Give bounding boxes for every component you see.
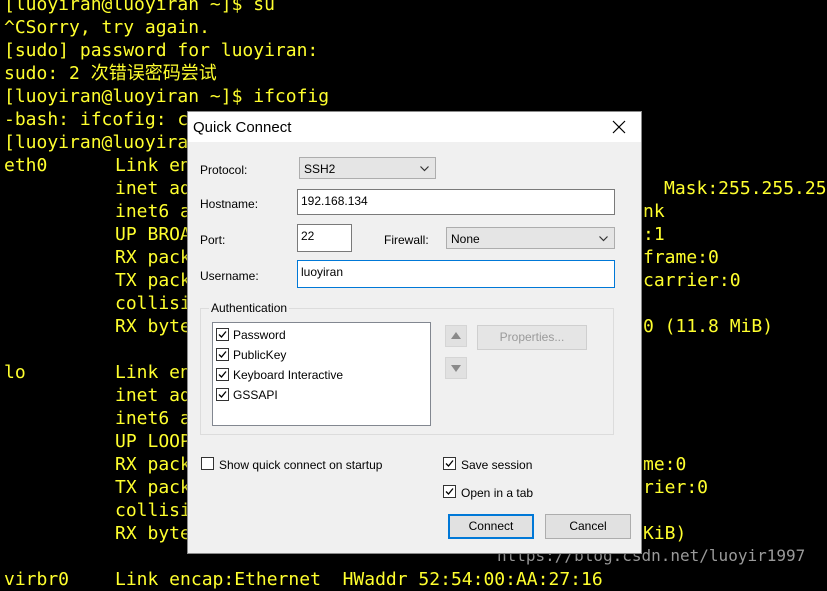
cancel-button[interactable]: Cancel (545, 514, 631, 539)
auth-item-label: Password (233, 328, 286, 342)
auth-item-label: GSSAPI (233, 388, 278, 402)
firewall-select[interactable]: None (446, 227, 615, 249)
terminal-text: inet6 a (115, 201, 191, 222)
terminal-text: Link en (115, 362, 191, 383)
hostname-field[interactable] (297, 189, 615, 215)
terminal-text: :1 (643, 224, 665, 245)
checkmark-icon (218, 391, 227, 398)
terminal-text: rier:0 (643, 477, 709, 498)
protocol-select[interactable]: SSH2 (299, 157, 436, 179)
terminal-text: lo (4, 362, 26, 383)
connect-button[interactable]: Connect (448, 514, 534, 539)
terminal-text: KiB) (643, 523, 687, 544)
password-checkbox[interactable] (216, 328, 229, 341)
save-session-label: Save session (461, 458, 533, 472)
terminal-text: carrier:0 (643, 270, 741, 291)
quick-connect-dialog: Quick Connect Protocol: SSH2 Hostname: P… (187, 111, 642, 554)
publickey-checkbox[interactable] (216, 348, 229, 361)
protocol-value: SSH2 (304, 162, 336, 176)
terminal-text: nk (643, 201, 665, 222)
chevron-down-icon (599, 236, 608, 242)
close-button[interactable] (597, 112, 641, 142)
terminal-text: inet6 a (115, 408, 191, 429)
terminal-text: TX pack (115, 477, 191, 498)
authentication-group: Authentication Password PublicKey Keyboa… (200, 301, 614, 435)
terminal-text: inet ad (115, 178, 191, 199)
authentication-group-label: Authentication (209, 301, 290, 315)
open-in-tab-checkbox[interactable] (443, 485, 456, 498)
arrow-down-icon (451, 365, 461, 372)
properties-button[interactable]: Properties... (477, 325, 587, 350)
terminal-text: ^CSorry, try again. (4, 17, 210, 38)
auth-item-label: PublicKey (233, 348, 287, 362)
terminal-text: RX pack (115, 454, 191, 475)
terminal-text: collisi (115, 293, 191, 314)
terminal-text: [sudo] password for luoyiran: (4, 40, 319, 61)
checkmark-icon (218, 371, 227, 378)
terminal-text: frame:0 (643, 247, 719, 268)
terminal-text: RX pack (115, 247, 191, 268)
authentication-list[interactable]: Password PublicKey Keyboard Interactive … (212, 322, 431, 426)
terminal-text: inet ad (115, 385, 191, 406)
terminal-text: eth0 (4, 155, 48, 176)
show-quick-connect-checkbox[interactable] (201, 457, 214, 470)
terminal-text: RX byte (115, 316, 191, 337)
keyboard-interactive-checkbox[interactable] (216, 368, 229, 381)
checkmark-icon (445, 460, 454, 467)
move-down-button[interactable] (445, 357, 467, 379)
username-input[interactable] (301, 265, 586, 279)
terminal-text: UP LOOP (115, 431, 191, 452)
arrow-up-icon (451, 332, 461, 339)
terminal-text: Mask:255.255.25 (664, 178, 827, 199)
terminal-text: me:0 (643, 454, 687, 475)
username-field[interactable] (297, 260, 615, 288)
terminal-text: Link encap:Ethernet HWaddr 52:54:00:AA:2… (115, 569, 603, 590)
terminal-text: [luoyiran@luoyiran ~]$ ifcofig (4, 86, 330, 107)
hostname-label: Hostname: (200, 197, 259, 211)
terminal-text: collisi (115, 500, 191, 521)
terminal-text: TX pack (115, 270, 191, 291)
firewall-value: None (451, 232, 480, 246)
terminal-text: 0 (11.8 MiB) (643, 316, 774, 337)
checkmark-icon (218, 351, 227, 358)
terminal-text: UP BROA (115, 224, 191, 245)
username-label: Username: (200, 269, 259, 283)
chevron-down-icon (420, 166, 429, 172)
auth-item-label: Keyboard Interactive (233, 368, 344, 382)
terminal-text: [luoyiran@luoyiran ~]$ su (4, 0, 275, 15)
terminal-text: RX byte (115, 523, 191, 544)
dialog-titlebar: Quick Connect (188, 112, 641, 142)
move-up-button[interactable] (445, 325, 467, 347)
show-quick-connect-label: Show quick connect on startup (219, 458, 383, 472)
terminal-text: sudo: 2 次错误密码尝试 (4, 63, 217, 84)
terminal-text: Link en (115, 155, 191, 176)
hostname-input[interactable] (301, 194, 586, 208)
gssapi-checkbox[interactable] (216, 388, 229, 401)
port-input[interactable] (301, 229, 349, 243)
port-label: Port: (200, 233, 226, 247)
open-in-tab-label: Open in a tab (461, 486, 534, 500)
protocol-label: Protocol: (200, 163, 248, 177)
dialog-title: Quick Connect (193, 119, 292, 136)
save-session-checkbox[interactable] (443, 457, 456, 470)
firewall-label: Firewall: (384, 233, 429, 247)
close-icon (612, 120, 626, 134)
port-field[interactable] (297, 224, 352, 252)
terminal-text: virbr0 (4, 569, 70, 590)
checkmark-icon (445, 488, 454, 495)
checkmark-icon (218, 331, 227, 338)
